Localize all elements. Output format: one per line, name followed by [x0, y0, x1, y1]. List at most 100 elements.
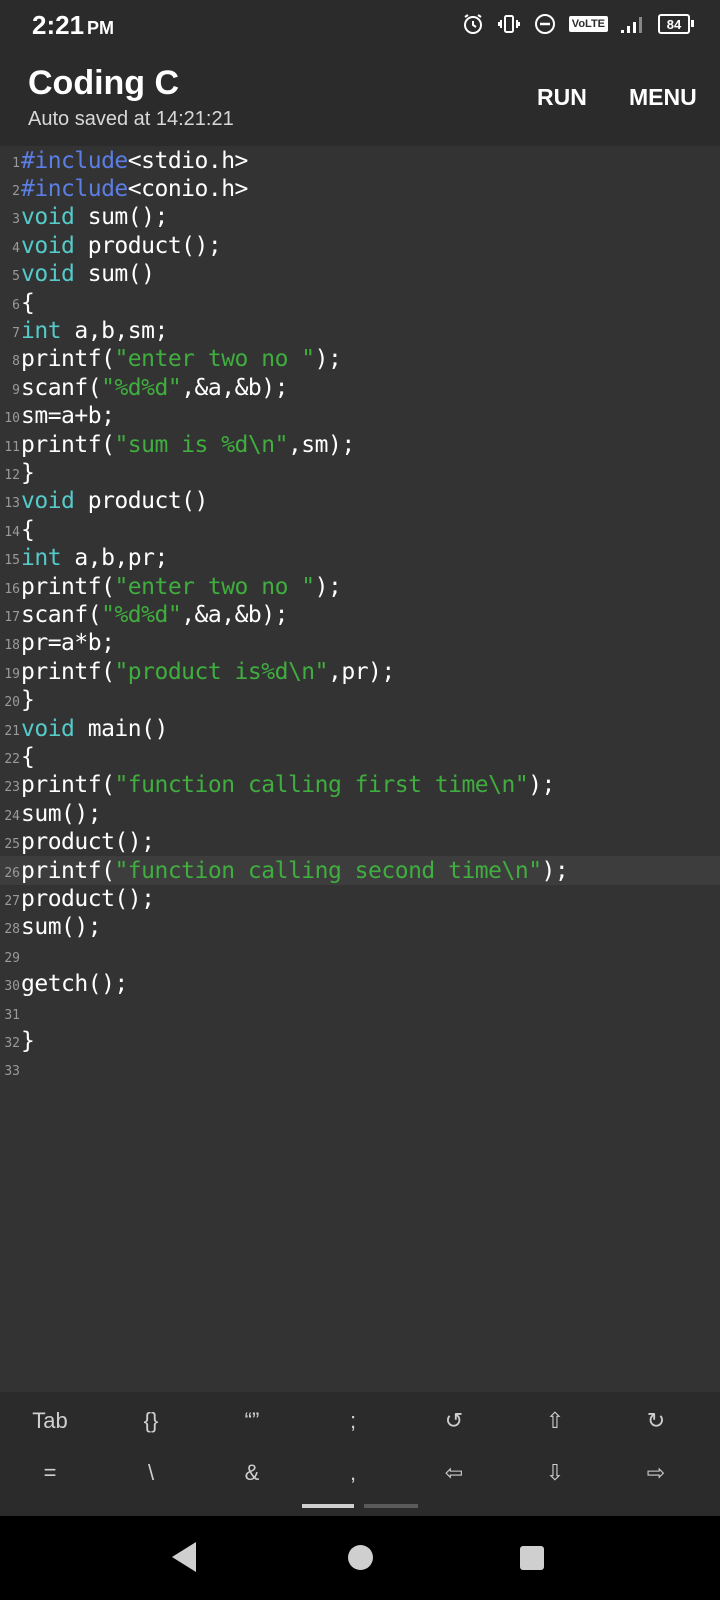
code-line[interactable]: 23 printf("function calling first time\n"…: [0, 771, 720, 800]
line-code[interactable]: #include<conio.h>: [21, 176, 248, 202]
line-number: 27: [4, 893, 20, 909]
line-code[interactable]: void product(): [21, 488, 208, 514]
line-code[interactable]: product();: [21, 829, 155, 856]
line-code[interactable]: sum();: [21, 800, 102, 827]
code-line[interactable]: 12}: [0, 458, 720, 487]
line-code[interactable]: }: [21, 687, 35, 714]
code-token: product();: [21, 829, 155, 856]
code-token: sm=a+b;: [21, 403, 115, 430]
redo-icon[interactable]: ↻: [616, 1408, 696, 1434]
undo-icon[interactable]: ↺: [414, 1408, 494, 1434]
code-line[interactable]: 6{: [0, 288, 720, 317]
code-line[interactable]: 2 #include<conio.h>: [0, 174, 720, 203]
code-line[interactable]: 7 int a,b,sm;: [0, 316, 720, 345]
code-line[interactable]: 11 printf("sum is %d\n",sm);: [0, 430, 720, 459]
line-code[interactable]: printf("sum is %d\n",sm);: [21, 432, 355, 458]
line-code[interactable]: printf("function calling second time\n")…: [21, 858, 569, 884]
alarm-icon: [461, 12, 485, 36]
code-token: sum();: [74, 204, 169, 231]
ampersand-key[interactable]: &: [212, 1460, 292, 1486]
line-code[interactable]: sum();: [21, 914, 102, 940]
code-editor[interactable]: 1 #include<stdio.h> 2 #include<conio.h> 3 voi…: [0, 146, 720, 1392]
code-line[interactable]: 15 int a,b,pr;: [0, 544, 720, 573]
code-line[interactable]: 20}: [0, 686, 720, 715]
cursor-down-icon[interactable]: ⇩: [515, 1460, 595, 1486]
menu-button[interactable]: MENU: [629, 84, 697, 111]
line-code[interactable]: getch();: [21, 971, 128, 997]
code-line[interactable]: 26 printf("function calling second time\n…: [0, 856, 720, 885]
code-line[interactable]: 30 getch();: [0, 970, 720, 999]
comma-key[interactable]: ,: [313, 1460, 393, 1486]
code-line[interactable]: 32}: [0, 1026, 720, 1055]
code-line[interactable]: 28 sum();: [0, 913, 720, 942]
line-code[interactable]: pr=a*b;: [21, 630, 115, 656]
tab-key[interactable]: Tab: [10, 1408, 90, 1434]
code-token: ,&a,&b);: [181, 601, 288, 628]
line-code[interactable]: int a,b,sm;: [21, 318, 168, 344]
code-line[interactable]: 14{: [0, 515, 720, 544]
code-line[interactable]: 10 sm=a+b;: [0, 402, 720, 431]
line-code[interactable]: printf("enter two no ");: [21, 346, 342, 373]
code-token: }: [21, 459, 35, 486]
signal-icon: [620, 14, 646, 34]
line-code[interactable]: scanf("%d%d",&a,&b);: [21, 375, 288, 401]
line-code[interactable]: {: [21, 290, 35, 316]
backslash-key[interactable]: \: [111, 1460, 191, 1486]
code-line[interactable]: 5 void sum(): [0, 260, 720, 289]
line-code[interactable]: printf("function calling first time\n");: [21, 772, 555, 798]
line-code[interactable]: }: [21, 459, 35, 486]
code-line[interactable]: 29: [0, 941, 720, 970]
code-line[interactable]: 31: [0, 998, 720, 1027]
line-code[interactable]: #include<stdio.h>: [21, 148, 248, 174]
cursor-left-icon[interactable]: ⇦: [414, 1460, 494, 1486]
code-token: ,&a,&b);: [181, 374, 288, 401]
line-code[interactable]: }: [21, 1028, 35, 1054]
line-code[interactable]: int a,b,pr;: [21, 545, 168, 571]
braces-key[interactable]: {}: [111, 1408, 191, 1434]
code-line[interactable]: 33: [0, 1055, 720, 1084]
line-code[interactable]: sm=a+b;: [21, 403, 115, 430]
line-number: 8: [12, 354, 20, 370]
semicolon-key[interactable]: ;: [313, 1408, 393, 1434]
code-line[interactable]: 21 void main(): [0, 714, 720, 743]
code-token: );: [314, 346, 342, 373]
line-number: 7: [12, 325, 20, 341]
code-line[interactable]: 9 scanf("%d%d",&a,&b);: [0, 373, 720, 402]
line-code[interactable]: scanf("%d%d",&a,&b);: [21, 602, 288, 628]
code-token: sum();: [21, 800, 102, 827]
line-code[interactable]: printf("enter two no ");: [21, 574, 342, 600]
back-icon[interactable]: [172, 1542, 196, 1572]
code-line[interactable]: 13 void product(): [0, 487, 720, 516]
code-line[interactable]: 17 scanf("%d%d",&a,&b);: [0, 600, 720, 629]
line-code[interactable]: product();: [21, 886, 155, 912]
line-number: 9: [12, 382, 20, 398]
code-line[interactable]: 18 pr=a*b;: [0, 629, 720, 658]
code-line[interactable]: 22{: [0, 742, 720, 771]
home-icon[interactable]: [348, 1545, 373, 1570]
dnd-icon: [533, 12, 557, 36]
code-line[interactable]: 25 product();: [0, 828, 720, 857]
line-code[interactable]: printf("product is%d\n",pr);: [21, 659, 395, 685]
code-line[interactable]: 16 printf("enter two no ");: [0, 572, 720, 601]
code-token: }: [21, 687, 35, 714]
app-bar: Coding C Auto saved at 14:21:21 RUN MENU: [0, 50, 720, 146]
line-code[interactable]: void sum(): [21, 261, 155, 287]
cursor-right-icon[interactable]: ⇨: [616, 1460, 696, 1486]
line-code[interactable]: {: [21, 517, 35, 543]
code-line[interactable]: 3 void sum();: [0, 203, 720, 232]
equals-key[interactable]: =: [10, 1460, 90, 1486]
code-line[interactable]: 27 product();: [0, 884, 720, 913]
line-code[interactable]: void product();: [21, 233, 222, 259]
code-line[interactable]: 24 sum();: [0, 799, 720, 828]
recents-icon[interactable]: [520, 1546, 544, 1570]
code-line[interactable]: 19 printf("product is%d\n",pr);: [0, 657, 720, 686]
code-line[interactable]: 4 void product();: [0, 231, 720, 260]
line-code[interactable]: void sum();: [21, 204, 168, 230]
line-code[interactable]: void main(): [21, 716, 168, 742]
quotes-key[interactable]: “”: [212, 1408, 292, 1434]
code-line[interactable]: 1 #include<stdio.h>: [0, 146, 720, 175]
run-button[interactable]: RUN: [537, 84, 587, 111]
code-line[interactable]: 8 printf("enter two no ");: [0, 345, 720, 374]
line-code[interactable]: {: [21, 744, 35, 770]
cursor-up-icon[interactable]: ⇧: [515, 1408, 595, 1434]
